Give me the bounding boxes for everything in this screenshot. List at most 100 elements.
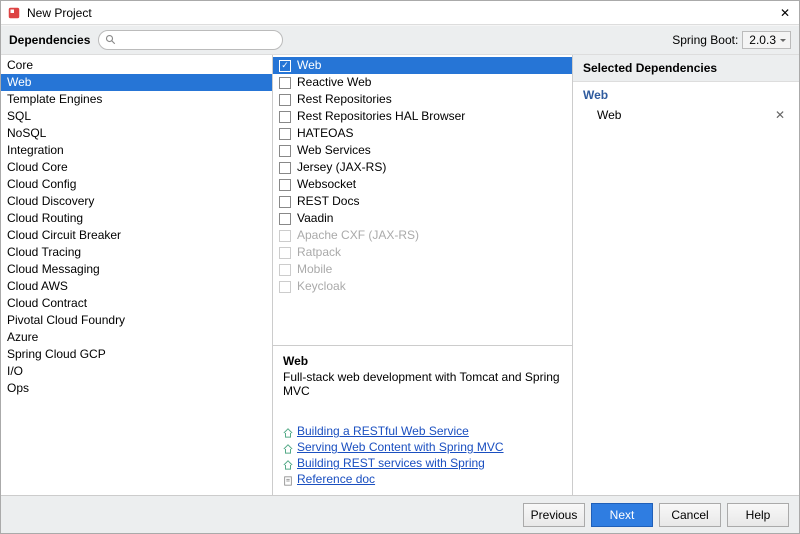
option-label: Mobile [297,262,332,277]
selected-column: Selected Dependencies Web Web ✕ [573,55,799,495]
app-icon [7,6,21,20]
category-item[interactable]: Template Engines [1,91,272,108]
option-label: Websocket [297,177,356,192]
previous-button[interactable]: Previous [523,503,585,527]
option-item: Ratpack [273,244,572,261]
option-item[interactable]: Reactive Web [273,74,572,91]
category-item[interactable]: Ops [1,380,272,397]
spring-boot-version-select[interactable]: 2.0.3 [742,31,791,49]
dependencies-label: Dependencies [9,33,90,47]
option-label: Rest Repositories [297,92,392,107]
checkbox-icon [279,128,291,140]
category-item[interactable]: Pivotal Cloud Foundry [1,312,272,329]
category-item[interactable]: Cloud Messaging [1,261,272,278]
header-bar: Dependencies Spring Boot: 2.0.3 [1,25,799,55]
category-item[interactable]: SQL [1,108,272,125]
checkbox-icon [279,162,291,174]
description-panel: Web Full-stack web development with Tomc… [273,345,572,495]
category-item[interactable]: Cloud Circuit Breaker [1,227,272,244]
checkbox-icon: ✓ [279,60,291,72]
category-item[interactable]: Integration [1,142,272,159]
option-label: Rest Repositories HAL Browser [297,109,465,124]
checkbox-icon [279,111,291,123]
reference-link[interactable]: Serving Web Content with Spring MVC [283,439,562,455]
selected-dependencies-header: Selected Dependencies [573,55,799,82]
remove-icon[interactable]: ✕ [775,108,785,122]
option-label: Jersey (JAX-RS) [297,160,386,175]
selected-dependency-item: Web ✕ [583,106,789,124]
category-item[interactable]: Cloud Core [1,159,272,176]
doc-icon [283,474,293,484]
category-item[interactable]: Cloud Discovery [1,193,272,210]
reference-link[interactable]: Building a RESTful Web Service [283,423,562,439]
category-item[interactable]: I/O [1,363,272,380]
option-label: Web [297,58,321,73]
home-icon [283,458,293,468]
next-button[interactable]: Next [591,503,653,527]
option-label: Ratpack [297,245,341,260]
category-item[interactable]: Cloud Contract [1,295,272,312]
checkbox-icon [279,196,291,208]
checkbox-icon [279,281,291,293]
reference-link[interactable]: Building REST services with Spring [283,455,562,471]
option-label: Vaadin [297,211,333,226]
option-item[interactable]: REST Docs [273,193,572,210]
window-title: New Project [27,6,777,20]
selected-dependency-label: Web [597,108,621,122]
option-item[interactable]: Vaadin [273,210,572,227]
category-item[interactable]: Cloud Config [1,176,272,193]
main-area: CoreWebTemplate EnginesSQLNoSQLIntegrati… [1,55,799,495]
search-input[interactable] [117,33,276,47]
help-button[interactable]: Help [727,503,789,527]
checkbox-icon [279,247,291,259]
search-field[interactable] [98,30,283,50]
option-item[interactable]: ✓ Web [273,57,572,74]
category-item[interactable]: Cloud Routing [1,210,272,227]
description-links: Building a RESTful Web ServiceServing We… [283,423,562,487]
categories-column: CoreWebTemplate EnginesSQLNoSQLIntegrati… [1,55,273,495]
description-text: Full-stack web development with Tomcat a… [283,370,562,398]
option-label: Keycloak [297,279,346,294]
option-item: Mobile [273,261,572,278]
option-item[interactable]: HATEOAS [273,125,572,142]
checkbox-icon [279,145,291,157]
checkbox-icon [279,230,291,242]
checkbox-icon [279,179,291,191]
checkbox-icon [279,213,291,225]
home-icon [283,442,293,452]
option-label: HATEOAS [297,126,353,141]
close-icon[interactable]: ✕ [777,6,793,20]
option-label: Reactive Web [297,75,371,90]
checkbox-icon [279,264,291,276]
reference-link[interactable]: Reference doc [283,471,562,487]
category-item[interactable]: Web [1,74,272,91]
cancel-button[interactable]: Cancel [659,503,721,527]
category-item[interactable]: Core [1,57,272,74]
option-item[interactable]: Jersey (JAX-RS) [273,159,572,176]
category-list: CoreWebTemplate EnginesSQLNoSQLIntegrati… [1,55,272,495]
spring-boot-label: Spring Boot: [672,33,738,47]
category-item[interactable]: Azure [1,329,272,346]
option-label: Web Services [297,143,371,158]
category-item[interactable]: Spring Cloud GCP [1,346,272,363]
option-item[interactable]: Rest Repositories [273,91,572,108]
selected-dependencies-body: Web Web ✕ [573,82,799,495]
home-icon [283,426,293,436]
checkbox-icon [279,94,291,106]
category-item[interactable]: NoSQL [1,125,272,142]
option-item: Apache CXF (JAX-RS) [273,227,572,244]
category-item[interactable]: Cloud Tracing [1,244,272,261]
option-list: ✓ Web Reactive Web Rest Repositories Rest Re… [273,55,572,345]
options-column: ✓ Web Reactive Web Rest Repositories Rest Re… [273,55,573,495]
selected-group-label: Web [583,88,789,102]
category-item[interactable]: Cloud AWS [1,278,272,295]
option-label: REST Docs [297,194,359,209]
description-title: Web [283,354,562,368]
option-item[interactable]: Rest Repositories HAL Browser [273,108,572,125]
checkbox-icon [279,77,291,89]
search-icon [105,34,117,46]
option-label: Apache CXF (JAX-RS) [297,228,419,243]
option-item[interactable]: Websocket [273,176,572,193]
option-item: Keycloak [273,278,572,295]
option-item[interactable]: Web Services [273,142,572,159]
